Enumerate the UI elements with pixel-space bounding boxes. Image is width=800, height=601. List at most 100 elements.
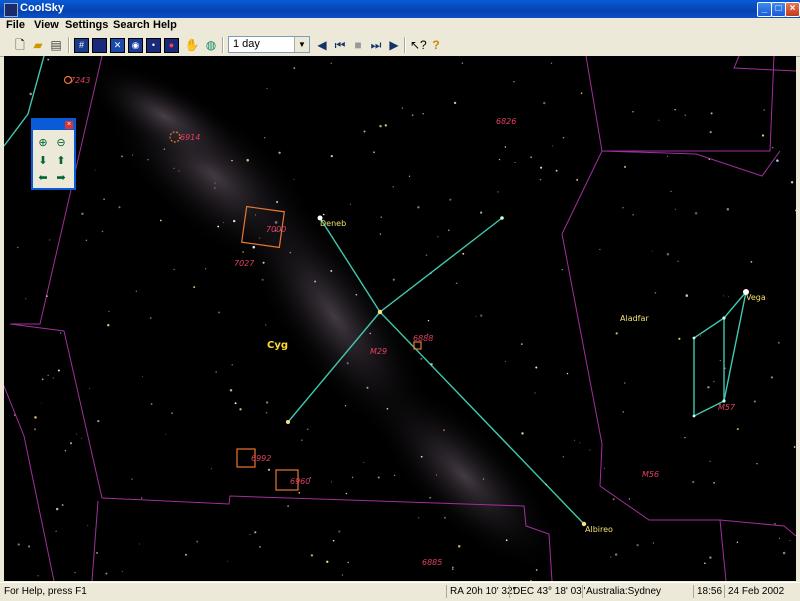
background-star — [480, 314, 483, 317]
background-star — [719, 360, 721, 361]
background-star — [435, 474, 438, 476]
new-icon[interactable]: 🗋 — [12, 37, 28, 53]
status-bar: For Help, press F1 RA 20h 10' 32" DEC 43… — [0, 582, 800, 601]
menu-bar: File View Settings Search Help — [0, 18, 800, 34]
background-star — [46, 295, 48, 297]
open-folder-icon[interactable]: ▰ — [30, 37, 46, 53]
background-star — [411, 114, 414, 117]
status-help: For Help, press F1 — [4, 586, 87, 597]
chevron-down-icon[interactable]: ▼ — [294, 37, 309, 52]
minimize-button[interactable]: _ — [757, 2, 772, 17]
galaxy-icon[interactable]: ◉ — [128, 38, 143, 53]
background-star — [97, 420, 100, 423]
toolbar: 🗋 ▰ ▤ # ✕ ◉ • ● ✋ ◍ ◀ ⏮ ■ ⏭ ▶ ↖? ? — [0, 34, 800, 57]
background-star — [345, 492, 348, 495]
background-star — [623, 382, 626, 384]
background-star — [105, 572, 108, 575]
context-help-icon[interactable]: ↖? — [410, 37, 427, 53]
background-star — [561, 268, 563, 271]
arrow-right-icon[interactable]: ➡ — [54, 171, 68, 185]
background-star — [429, 496, 432, 499]
background-star — [373, 151, 375, 154]
background-star — [163, 148, 165, 150]
background-star — [81, 437, 83, 439]
background-star — [234, 402, 237, 405]
background-star — [684, 436, 686, 439]
arrow-left-icon[interactable]: ⬅ — [36, 171, 50, 185]
background-star — [379, 233, 382, 235]
menu-help[interactable]: Help — [153, 19, 177, 31]
background-star — [150, 403, 153, 405]
background-star — [505, 539, 508, 542]
background-star — [193, 286, 196, 289]
arrow-down-icon[interactable]: ⬇ — [36, 154, 50, 168]
background-star — [88, 388, 90, 389]
background-star — [17, 543, 20, 546]
background-star — [47, 374, 49, 376]
zoom-out-icon[interactable]: ⊖ — [54, 136, 68, 150]
background-star — [704, 562, 706, 565]
background-star — [330, 62, 332, 65]
nebula-icon[interactable]: ● — [164, 38, 179, 53]
hand-icon[interactable]: ✋ — [184, 37, 200, 53]
background-star — [750, 261, 753, 263]
background-star — [550, 62, 553, 65]
background-star — [709, 460, 711, 463]
help-icon[interactable]: ? — [428, 37, 444, 53]
background-star — [545, 483, 547, 486]
time-step-select[interactable]: 1 day ▼ — [228, 36, 310, 53]
object-label: 6826 — [496, 117, 516, 126]
object-label: M29 — [370, 347, 387, 356]
background-star — [314, 280, 317, 283]
background-star — [384, 124, 387, 127]
stop-icon[interactable]: ■ — [350, 37, 366, 53]
background-star — [555, 169, 558, 172]
menu-file[interactable]: File — [6, 19, 25, 31]
lines-icon[interactable]: ✕ — [110, 38, 125, 53]
maximize-button[interactable]: □ — [771, 2, 786, 17]
background-star — [707, 386, 710, 389]
background-star — [33, 428, 37, 431]
play-forward-icon[interactable]: ▶ — [386, 37, 402, 53]
close-button[interactable]: × — [785, 2, 800, 17]
background-star — [666, 252, 670, 256]
background-star — [535, 569, 538, 571]
stars-icon[interactable]: • — [146, 38, 161, 53]
arrow-up-icon[interactable]: ⬆ — [54, 154, 68, 168]
menu-search[interactable]: Search — [113, 19, 150, 31]
star-label-albireo: Albireo — [585, 525, 613, 534]
play-back-icon[interactable]: ◀ — [314, 37, 330, 53]
grid-icon[interactable]: # — [74, 38, 89, 53]
background-star — [736, 428, 739, 431]
background-star — [262, 261, 265, 264]
background-star — [363, 130, 366, 133]
background-star — [632, 111, 634, 113]
background-star — [574, 439, 576, 441]
background-star — [135, 290, 137, 292]
zoom-in-icon[interactable]: ⊕ — [36, 136, 50, 150]
background-star — [298, 492, 301, 494]
background-star — [589, 449, 591, 451]
background-star — [610, 556, 612, 558]
background-star — [178, 170, 180, 172]
star-label-vega: Vega — [746, 293, 766, 302]
constellation-icon[interactable] — [92, 38, 107, 53]
background-star — [287, 505, 289, 507]
background-star — [55, 530, 57, 532]
step-back-icon[interactable]: ⏮ — [332, 37, 348, 53]
menu-settings[interactable]: Settings — [65, 19, 108, 31]
background-star — [736, 541, 739, 543]
background-star — [49, 239, 51, 241]
background-star — [449, 198, 452, 201]
background-star — [69, 442, 73, 445]
background-star — [722, 295, 725, 297]
print-icon[interactable]: ▤ — [48, 37, 64, 53]
close-icon[interactable]: × — [65, 121, 73, 129]
menu-view[interactable]: View — [34, 19, 59, 31]
step-forward-icon[interactable]: ⏭ — [368, 37, 384, 53]
zoom-panel: × ⊕ ⊖ ⬇ ⬆ ⬅ ➡ — [31, 118, 76, 190]
zoom-panel-header[interactable]: × — [33, 120, 74, 130]
globe-icon[interactable]: ◍ — [203, 37, 219, 53]
sky-chart[interactable]: Deneb Vega Albireo Aladfar Cyg 7243 7000… — [4, 56, 796, 581]
background-star — [462, 252, 465, 255]
